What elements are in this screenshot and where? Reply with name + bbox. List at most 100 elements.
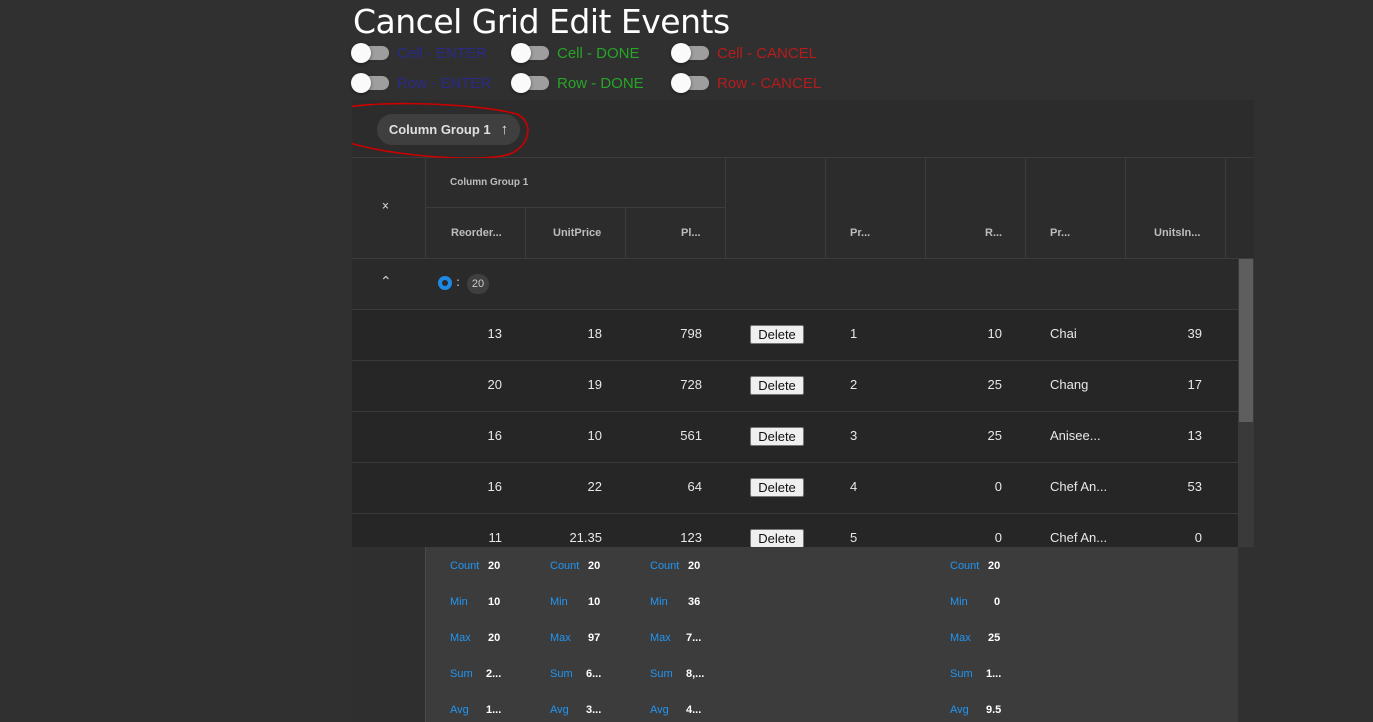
- toggle-cell-cancel[interactable]: Cell - CANCEL: [671, 41, 818, 65]
- cell-product[interactable]: Anisee...: [1050, 428, 1101, 443]
- toggle-cell-enter[interactable]: Cell - ENTER: [351, 41, 488, 65]
- toggle-label: Row - CANCEL: [717, 74, 822, 92]
- cell-pl[interactable]: 561: [625, 428, 702, 443]
- cell-pl[interactable]: 123: [625, 530, 702, 545]
- summary-area: Count 20 Min 10 Max 20 Sum 2... Avg 1... Coun…: [352, 547, 1254, 722]
- cell-units[interactable]: 13: [1125, 428, 1202, 443]
- cell-product[interactable]: Chang: [1050, 377, 1088, 392]
- cell-r[interactable]: 0: [925, 530, 1002, 545]
- toggle-label: Cell - CANCEL: [717, 44, 818, 62]
- summary-avg: Avg 9.5: [950, 704, 1002, 716]
- cell-reorder[interactable]: 16: [425, 479, 502, 494]
- delete-button[interactable]: Delete: [750, 529, 804, 548]
- column-header-reorder[interactable]: Reorder...: [451, 227, 502, 239]
- summary-max: Max 25: [950, 632, 1001, 644]
- delete-button[interactable]: Delete: [750, 325, 804, 344]
- column-header-pl[interactable]: Pl...: [681, 227, 701, 239]
- summary-max: Max 7...: [650, 632, 702, 644]
- toggle-row-done[interactable]: Row - DONE: [511, 71, 644, 95]
- cell-product[interactable]: Chef An...: [1050, 479, 1107, 494]
- cell-unitprice[interactable]: 18: [525, 326, 602, 341]
- arrow-up-icon[interactable]: ↑: [501, 121, 509, 138]
- vertical-scrollbar[interactable]: [1238, 259, 1254, 547]
- summary-sum: Sum 6...: [550, 668, 602, 680]
- delete-button[interactable]: Delete: [750, 376, 804, 395]
- data-grid: Column Group 1 ↑ ⌄ ⌃ Column Group 1 Reord…: [352, 100, 1254, 722]
- column-header-unitprice[interactable]: UnitPrice: [553, 227, 601, 239]
- summary-max: Max 97: [550, 632, 601, 644]
- table-row[interactable]: 13 18 798 Delete 1 10 Chai 39: [352, 310, 1238, 361]
- cell-pl[interactable]: 798: [625, 326, 702, 341]
- summary-count: Count 20: [650, 560, 701, 572]
- table-row[interactable]: 16 22 64 Delete 4 0 Chef An... 53: [352, 463, 1238, 514]
- summary-count: Count 20: [450, 560, 501, 572]
- toggle-label: Cell - ENTER: [397, 44, 488, 62]
- group-count-badge: 20: [467, 274, 489, 294]
- cell-reorder[interactable]: 16: [425, 428, 502, 443]
- table-row[interactable]: 20 19 728 Delete 2 25 Chang 17: [352, 361, 1238, 412]
- column-header-r[interactable]: R...: [985, 227, 1002, 239]
- cell-r[interactable]: 10: [925, 326, 1002, 341]
- summary-min: Min 0: [950, 596, 1001, 608]
- column-header-pr[interactable]: Pr...: [850, 227, 870, 239]
- group-chip[interactable]: Column Group 1 ↑: [377, 114, 520, 145]
- column-header-units[interactable]: UnitsIn...: [1154, 227, 1200, 239]
- toggle-label: Row - ENTER: [397, 74, 492, 92]
- summary-avg: Avg 4...: [650, 704, 702, 716]
- cell-product[interactable]: Chef An...: [1050, 530, 1107, 545]
- cell-unitprice[interactable]: 22: [525, 479, 602, 494]
- delete-button[interactable]: Delete: [750, 478, 804, 497]
- cell-product[interactable]: Chai: [1050, 326, 1077, 341]
- cell-pl[interactable]: 64: [625, 479, 702, 494]
- summary-avg: Avg 3...: [550, 704, 602, 716]
- toggle-label: Row - DONE: [557, 74, 644, 92]
- cell-reorder[interactable]: 11: [425, 530, 503, 545]
- cell-unitprice[interactable]: 21.35: [525, 530, 602, 545]
- summary-min: Min 10: [450, 596, 501, 608]
- cell-units[interactable]: 0: [1125, 530, 1202, 545]
- summary-avg: Avg 1...: [450, 704, 502, 716]
- cell-r[interactable]: 0: [925, 479, 1002, 494]
- cell-pr[interactable]: 2: [850, 377, 857, 392]
- page-title: Cancel Grid Edit Events: [353, 2, 730, 41]
- summary-min: Min 10: [550, 596, 601, 608]
- cell-pr[interactable]: 4: [850, 479, 857, 494]
- cell-reorder[interactable]: 13: [425, 326, 502, 341]
- group-icon: [438, 276, 452, 290]
- group-separator: :: [456, 275, 461, 289]
- group-chip-label: Column Group 1: [388, 122, 491, 137]
- cell-pr[interactable]: 5: [850, 530, 857, 545]
- group-row[interactable]: ⌃ : 20: [352, 259, 1238, 310]
- grid-header: ⌄ ⌃ Column Group 1 Reorder... UnitPrice P…: [352, 158, 1254, 259]
- summary-count: Count 20: [950, 560, 1001, 572]
- group-by-area: Column Group 1 ↑: [352, 100, 1254, 159]
- toggle-label: Cell - DONE: [557, 44, 640, 62]
- cell-unitprice[interactable]: 19: [525, 377, 602, 392]
- cell-pl[interactable]: 728: [625, 377, 702, 392]
- cell-reorder[interactable]: 20: [425, 377, 502, 392]
- toggle-row-cancel[interactable]: Row - CANCEL: [671, 71, 822, 95]
- summary-max: Max 20: [450, 632, 501, 644]
- cell-units[interactable]: 39: [1125, 326, 1202, 341]
- chevron-up-icon[interactable]: ⌃: [380, 274, 392, 290]
- table-row[interactable]: 16 10 561 Delete 3 25 Anisee... 13: [352, 412, 1238, 463]
- cell-r[interactable]: 25: [925, 428, 1002, 443]
- cell-unitprice[interactable]: 10: [525, 428, 602, 443]
- column-header-product[interactable]: Pr...: [1050, 227, 1070, 239]
- summary-sum: Sum 8,...: [650, 668, 705, 680]
- scrollbar-thumb[interactable]: [1239, 259, 1253, 422]
- cell-r[interactable]: 25: [925, 377, 1002, 392]
- toggle-row-enter[interactable]: Row - ENTER: [351, 71, 492, 95]
- summary-min: Min 36: [650, 596, 701, 608]
- cell-units[interactable]: 53: [1125, 479, 1202, 494]
- summary-sum: Sum 1...: [950, 668, 1002, 680]
- collapse-all-icon[interactable]: ⌄ ⌃: [380, 196, 391, 218]
- cell-units[interactable]: 17: [1125, 377, 1202, 392]
- delete-button[interactable]: Delete: [750, 427, 804, 446]
- cell-pr[interactable]: 1: [850, 326, 857, 341]
- cell-pr[interactable]: 3: [850, 428, 857, 443]
- column-group-header: Column Group 1: [450, 177, 529, 188]
- summary-sum: Sum 2...: [450, 668, 502, 680]
- summary-count: Count 20: [550, 560, 601, 572]
- toggle-cell-done[interactable]: Cell - DONE: [511, 41, 640, 65]
